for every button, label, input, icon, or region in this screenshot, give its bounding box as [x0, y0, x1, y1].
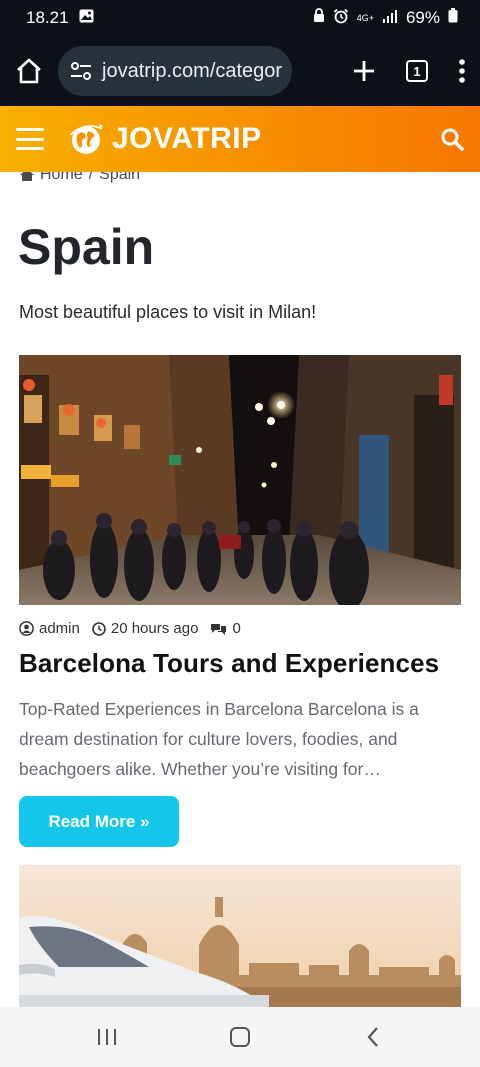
- more-vert-icon[interactable]: [458, 59, 466, 83]
- category-description: Most beautiful places to visit in Milan!: [19, 302, 317, 322]
- page-content: Home / Spain Spain Most beautiful places…: [0, 172, 480, 1007]
- breadcrumb: Home / Spain: [20, 172, 140, 184]
- status-time: 18.21: [26, 8, 69, 27]
- home-small-icon: [20, 172, 34, 181]
- post-featured-image[interactable]: [19, 355, 461, 605]
- lock-icon: [313, 8, 325, 28]
- comments-icon: [210, 622, 227, 636]
- author-name[interactable]: admin: [39, 620, 80, 637]
- home-nav-icon[interactable]: [210, 1017, 270, 1057]
- search-icon[interactable]: [440, 127, 464, 151]
- read-more-button[interactable]: Read More »: [19, 796, 179, 847]
- post-excerpt: Top-Rated Experiences in Barcelona Barce…: [19, 699, 419, 779]
- plus-icon[interactable]: [352, 59, 376, 83]
- phone-screen: 18.21 4G+ 69% jovatrip.com/categor 1 JOV…: [0, 0, 480, 1067]
- system-nav-bar: [0, 1007, 480, 1067]
- breadcrumb-current: Spain: [99, 172, 141, 183]
- site-logo[interactable]: JOVATRIP: [66, 119, 262, 159]
- globe-icon: [66, 119, 106, 159]
- signal-icon: [382, 8, 398, 28]
- recents-icon[interactable]: [77, 1017, 137, 1057]
- alarm-icon: [333, 8, 349, 29]
- post-title[interactable]: Barcelona Tours and Experiences: [19, 648, 439, 679]
- site-header: JOVATRIP: [0, 106, 480, 172]
- home-icon[interactable]: [14, 56, 44, 86]
- breadcrumb-separator: /: [88, 172, 94, 183]
- battery-icon: [448, 8, 458, 28]
- post-date: 20 hours ago: [92, 620, 199, 637]
- clock-icon: [92, 621, 106, 636]
- logo-text: JOVATRIP: [112, 122, 262, 155]
- page-title: Spain: [18, 219, 155, 275]
- status-bar: 18.21 4G+ 69%: [0, 0, 480, 36]
- tab-switcher-button[interactable]: 1: [406, 60, 428, 82]
- network-type: 4G+: [356, 12, 374, 23]
- post-comments[interactable]: 0: [210, 620, 241, 637]
- post-meta: admin 20 hours ago 0: [19, 620, 247, 637]
- user-icon: [19, 621, 34, 636]
- browser-toolbar: jovatrip.com/categor 1: [0, 36, 480, 106]
- battery-level: 69%: [405, 8, 440, 27]
- second-post-image[interactable]: [19, 865, 461, 1007]
- url-text[interactable]: jovatrip.com/categor: [102, 60, 282, 83]
- address-bar[interactable]: jovatrip.com/categor: [58, 46, 292, 96]
- breadcrumb-home-link[interactable]: Home: [40, 172, 83, 184]
- tune-icon[interactable]: [70, 61, 92, 81]
- back-icon[interactable]: [343, 1017, 403, 1057]
- gallery-icon: [79, 8, 94, 28]
- post-time-ago: 20 hours ago: [110, 620, 199, 637]
- post-author[interactable]: admin: [19, 620, 80, 637]
- comment-count[interactable]: 0: [232, 620, 240, 637]
- hamburger-icon[interactable]: [16, 128, 44, 150]
